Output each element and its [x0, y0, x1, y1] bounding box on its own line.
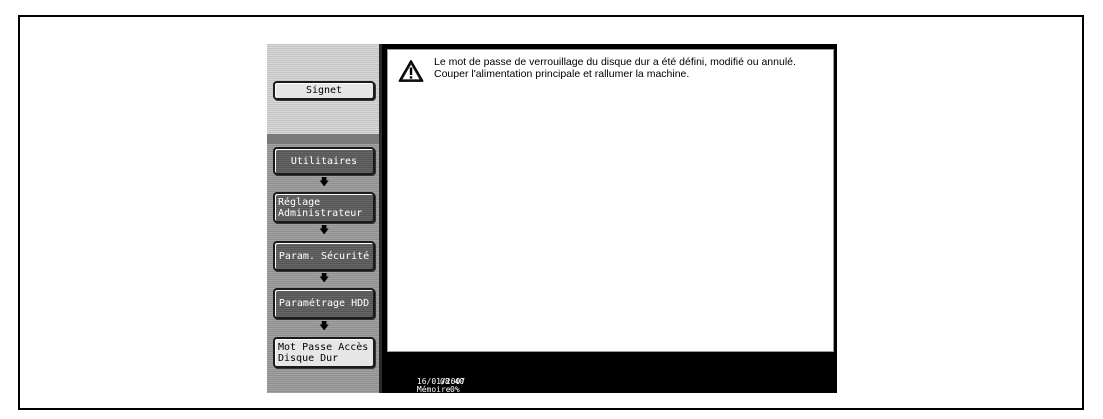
- sidebar: Signet Utilitaires 🡇 Réglage Administrat…: [267, 44, 382, 393]
- warning-message: Le mot de passe de verrouillage du disqu…: [434, 56, 796, 80]
- down-arrow-icon: 🡇: [319, 225, 330, 236]
- message-panel: Le mot de passe de verrouillage du disqu…: [387, 49, 834, 352]
- memory-label: Mémoire: [416, 385, 451, 393]
- breadcrumb-utilities-button[interactable]: Utilitaires: [273, 147, 375, 175]
- down-arrow-icon: 🡇: [319, 273, 330, 284]
- down-arrow-icon: 🡇: [319, 321, 330, 332]
- sidebar-divider-band: [267, 134, 382, 144]
- breadcrumb-admin-settings-button[interactable]: Réglage Administrateur: [273, 192, 375, 223]
- status-bar: 16/01/2007 08:40 Mémoire 0%: [385, 362, 837, 393]
- warning-icon: [398, 60, 424, 82]
- breadcrumb-security-settings-button[interactable]: Param. Sécurité: [273, 241, 375, 271]
- sidebar-separator: [379, 44, 382, 393]
- status-memory: Mémoire 0%: [388, 376, 460, 393]
- bookmark-button[interactable]: Signet: [273, 81, 375, 100]
- breadcrumb-disk-password-button[interactable]: Mot Passe Accès Disque Dur: [273, 337, 375, 368]
- breadcrumb-hdd-settings-button[interactable]: Paramétrage HDD: [273, 288, 375, 319]
- device-screen: Signet Utilitaires 🡇 Réglage Administrat…: [267, 44, 837, 393]
- memory-value: 0%: [450, 385, 460, 393]
- down-arrow-icon: 🡇: [319, 177, 330, 188]
